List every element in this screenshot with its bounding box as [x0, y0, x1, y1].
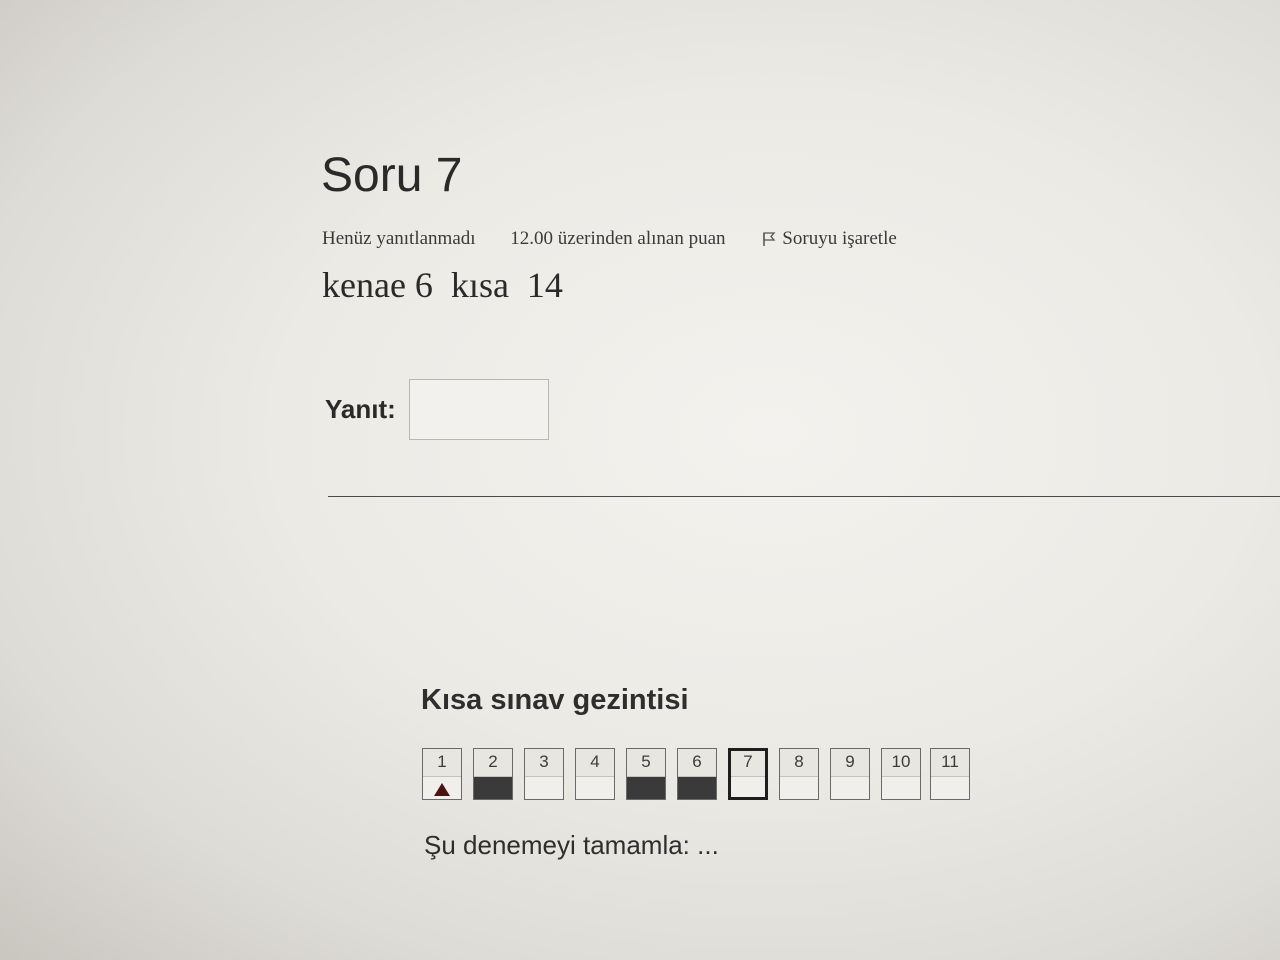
quiz-nav-label: 6 [678, 749, 716, 777]
flag-question-link[interactable]: Soruyu işaretle [762, 228, 897, 250]
quiz-nav-state [780, 777, 818, 799]
answer-label: Yanıt: [325, 394, 396, 424]
quiz-nav-label: 11 [931, 749, 969, 777]
quiz-nav-state [627, 777, 665, 799]
quiz-nav-state [931, 777, 969, 799]
quiz-nav-label: 5 [627, 749, 665, 777]
quiz-nav-button-1[interactable]: 1 [422, 748, 462, 800]
flag-icon [763, 232, 776, 246]
finish-attempt-link[interactable]: Şu denemeyi tamamla: ... [424, 830, 719, 861]
quiz-nav-label: 2 [474, 749, 512, 777]
quiz-nav-state [576, 777, 614, 799]
quiz-nav-button-9[interactable]: 9 [830, 748, 870, 800]
quiz-nav-button-11[interactable]: 11 [930, 748, 970, 800]
triangle-flag-icon [434, 783, 450, 796]
quiz-nav-button-3[interactable]: 3 [524, 748, 564, 800]
quiz-navigation-title: Kısa sınav gezintisi [421, 684, 689, 716]
flag-question-label: Soruyu işaretle [782, 228, 897, 249]
quiz-nav-button-4[interactable]: 4 [575, 748, 615, 800]
quiz-nav-button-10[interactable]: 10 [881, 748, 921, 800]
quiz-nav-button-5[interactable]: 5 [626, 748, 666, 800]
question-info: Henüz yanıtlanmadı 12.00 üzerinden alına… [322, 228, 897, 250]
quiz-nav-label: 1 [423, 749, 461, 777]
quiz-nav-button-7[interactable]: 7 [728, 748, 768, 800]
divider [328, 496, 1280, 497]
quiz-nav-state [474, 777, 512, 799]
quiz-nav-state [731, 777, 765, 797]
quiz-nav-state [525, 777, 563, 799]
quiz-nav-label: 9 [831, 749, 869, 777]
quiz-nav-state [831, 777, 869, 799]
quiz-nav-label: 8 [780, 749, 818, 777]
quiz-nav-state [882, 777, 920, 799]
quiz-nav-button-2[interactable]: 2 [473, 748, 513, 800]
question-text: kenae 6 kısa 14 [322, 265, 563, 305]
quiz-nav-label: 3 [525, 749, 563, 777]
quiz-nav-state [423, 777, 461, 799]
quiz-navigation-buttons: 1 2 3 4 5 6 7 8 9 10 11 [422, 748, 982, 804]
quiz-nav-label: 4 [576, 749, 614, 777]
question-status: Henüz yanıtlanmadı [322, 228, 476, 249]
quiz-nav-label: 7 [731, 751, 765, 777]
question-points: 12.00 üzerinden alınan puan [510, 228, 726, 249]
answer-input[interactable] [409, 379, 549, 440]
question-title: Soru 7 [321, 149, 463, 202]
quiz-nav-button-6[interactable]: 6 [677, 748, 717, 800]
quiz-nav-state [678, 777, 716, 799]
quiz-nav-label: 10 [882, 749, 920, 777]
quiz-nav-button-8[interactable]: 8 [779, 748, 819, 800]
